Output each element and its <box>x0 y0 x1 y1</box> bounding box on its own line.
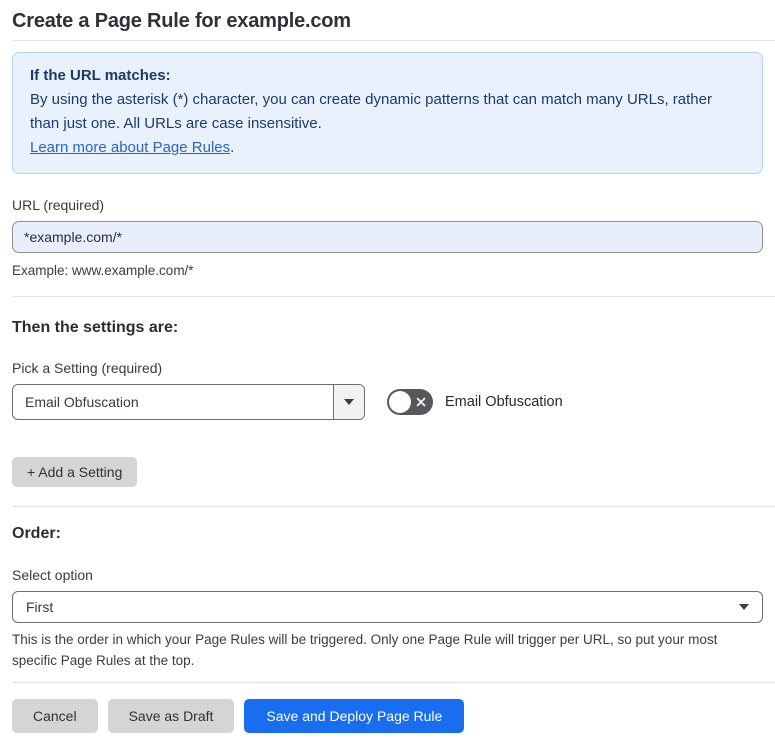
create-page-rule-form: Create a Page Rule for example.com If th… <box>0 0 775 747</box>
dropdown-arrow-button[interactable] <box>333 385 364 419</box>
toggle-label: Email Obfuscation <box>445 394 563 410</box>
url-input[interactable] <box>12 221 763 253</box>
divider <box>12 40 775 41</box>
page-title: Create a Page Rule for example.com <box>12 10 351 32</box>
email-obfuscation-toggle[interactable] <box>387 389 433 415</box>
settings-section-heading: Then the settings are: <box>12 319 179 336</box>
toggle-x-icon <box>416 397 426 407</box>
url-example-helper: Example: www.example.com/* <box>12 263 194 278</box>
info-box-heading: If the URL matches: <box>30 67 171 84</box>
order-select-label: Select option <box>12 567 93 583</box>
cancel-button[interactable]: Cancel <box>12 699 98 733</box>
footer-actions: Cancel Save as Draft Save and Deploy Pag… <box>12 699 763 733</box>
order-select-value: First <box>26 599 54 615</box>
pick-setting-label: Pick a Setting (required) <box>12 360 163 376</box>
save-as-draft-button[interactable]: Save as Draft <box>107 699 235 733</box>
info-box-body: By using the asterisk (*) character, you… <box>30 91 712 132</box>
url-match-info-box: If the URL matches: By using the asteris… <box>12 52 763 174</box>
setting-row: Email Obfuscation Email Obfuscation <box>12 384 763 420</box>
add-setting-button[interactable]: + Add a Setting <box>12 457 138 487</box>
divider <box>12 296 775 297</box>
setting-select[interactable]: Email Obfuscation <box>12 384 365 420</box>
link-period: . <box>230 139 235 156</box>
chevron-down-icon <box>739 604 749 610</box>
divider <box>12 506 775 507</box>
order-helper-text: This is the order in which your Page Rul… <box>12 632 718 668</box>
url-label: URL (required) <box>12 197 105 213</box>
setting-select-value: Email Obfuscation <box>25 394 139 410</box>
save-and-deploy-button[interactable]: Save and Deploy Page Rule <box>244 699 465 733</box>
divider <box>12 682 775 683</box>
info-box-link-line: Learn more about Page Rules. <box>30 136 745 160</box>
order-section-heading: Order: <box>12 525 61 542</box>
order-select[interactable]: First <box>12 591 763 623</box>
learn-more-link[interactable]: Learn more about Page Rules <box>30 139 230 156</box>
toggle-knob <box>389 391 411 413</box>
chevron-down-icon <box>344 399 354 405</box>
